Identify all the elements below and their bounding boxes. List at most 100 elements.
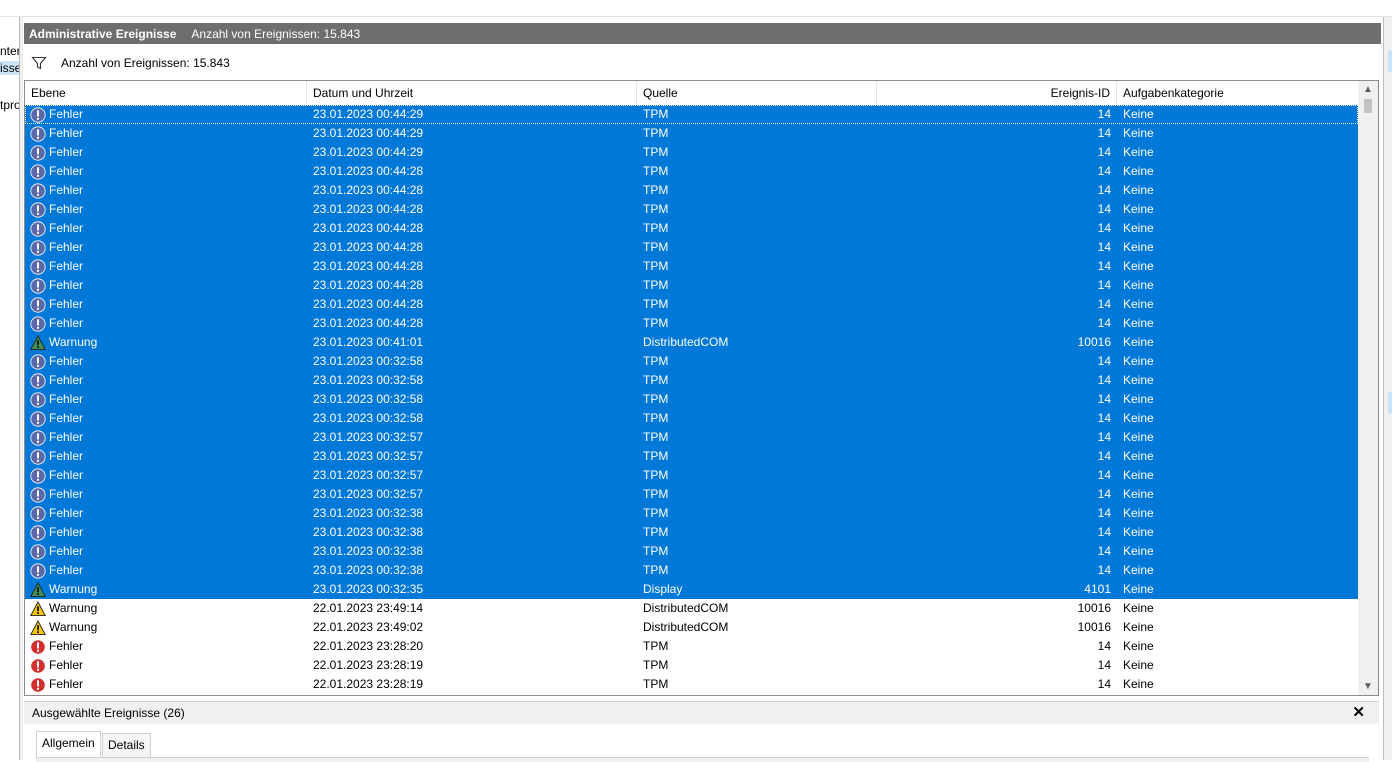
level-text: Fehler [49, 411, 84, 425]
level-text: Warnung [49, 620, 98, 634]
table-row[interactable]: Fehler 23.01.2023 00:44:28 TPM 14 Keine [25, 200, 1358, 219]
table-row[interactable]: Fehler 23.01.2023 00:44:28 TPM 14 Keine [25, 162, 1358, 181]
table-row[interactable]: Fehler 23.01.2023 00:32:57 TPM 14 Keine [25, 447, 1358, 466]
cell-datetime: 23.01.2023 00:32:58 [313, 373, 424, 387]
cell-event-id: 10016 [1077, 620, 1111, 634]
cell-level: Fehler [30, 257, 305, 276]
tab-details[interactable]: Details [102, 733, 151, 757]
warning-icon [30, 581, 47, 598]
cell-source: DistributedCOM [643, 335, 729, 349]
cell-source: TPM [643, 107, 669, 121]
table-row[interactable]: Fehler 22.01.2023 23:28:20 TPM 14 Keine [25, 637, 1358, 656]
cell-datetime: 22.01.2023 23:28:20 [313, 639, 424, 653]
cell-event-id: 14 [1097, 677, 1111, 691]
table-row[interactable]: Warnung 22.01.2023 23:49:14 DistributedCOM… [25, 599, 1358, 618]
table-row[interactable]: Fehler 23.01.2023 00:32:57 TPM 14 Keine [25, 485, 1358, 504]
cell-source: TPM [643, 487, 669, 501]
cell-event-id: 10016 [1077, 335, 1111, 349]
cell-level: Fehler [30, 124, 305, 143]
cell-level: Fehler [30, 561, 305, 580]
column-header-level[interactable]: Ebene [25, 81, 307, 105]
cell-datetime: 23.01.2023 00:44:28 [313, 164, 424, 178]
cell-datetime: 23.01.2023 00:44:29 [313, 126, 424, 140]
table-row[interactable]: Warnung 23.01.2023 00:41:01 DistributedCOM… [25, 333, 1358, 352]
level-text: Fehler [49, 639, 84, 653]
pane-splitter[interactable] [20, 17, 23, 760]
cell-level: Fehler [30, 409, 305, 428]
level-text: Fehler [49, 316, 84, 330]
close-icon[interactable]: ✕ [1352, 703, 1365, 721]
column-header-task-category[interactable]: Aufgabenkategorie [1117, 81, 1358, 105]
nav-item-fragment-selected[interactable]: isse [0, 61, 19, 75]
error-icon [30, 391, 46, 408]
level-text: Fehler [49, 468, 84, 482]
table-row[interactable]: Fehler 23.01.2023 00:32:58 TPM 14 Keine [25, 409, 1358, 428]
cell-source: TPM [643, 183, 669, 197]
column-header-source[interactable]: Quelle [637, 81, 877, 105]
table-row[interactable]: Fehler 23.01.2023 00:44:28 TPM 14 Keine [25, 181, 1358, 200]
cell-event-id: 14 [1097, 411, 1111, 425]
table-row[interactable]: Fehler 23.01.2023 00:44:28 TPM 14 Keine [25, 276, 1358, 295]
scroll-up-arrow-icon[interactable]: ▲ [1358, 81, 1378, 98]
cell-source: TPM [643, 449, 669, 463]
column-header-datetime[interactable]: Datum und Uhrzeit [307, 81, 637, 105]
error-icon [30, 239, 46, 256]
level-text: Fehler [49, 297, 84, 311]
cell-level: Fehler [30, 466, 305, 485]
tab-allgemein[interactable]: Allgemein [36, 731, 101, 757]
cell-datetime: 23.01.2023 00:41:01 [313, 335, 424, 349]
cell-source: TPM [643, 164, 669, 178]
table-row[interactable]: Fehler 22.01.2023 23:28:19 TPM 14 Keine [25, 656, 1358, 675]
table-row[interactable]: Fehler 23.01.2023 00:44:28 TPM 14 Keine [25, 257, 1358, 276]
cell-task-category: Keine [1123, 107, 1154, 121]
cell-event-id: 14 [1097, 107, 1111, 121]
table-row[interactable]: Fehler 23.01.2023 00:44:28 TPM 14 Keine [25, 314, 1358, 333]
warning-icon [30, 334, 47, 351]
table-row[interactable]: Warnung 23.01.2023 00:32:35 Display 4101 Kei… [25, 580, 1358, 599]
table-row[interactable]: Fehler 23.01.2023 00:32:57 TPM 14 Keine [25, 428, 1358, 447]
table-row[interactable]: Warnung 22.01.2023 23:49:02 DistributedCOM… [25, 618, 1358, 637]
event-list[interactable]: Ebene Datum und Uhrzeit Quelle Ereignis-… [24, 80, 1379, 696]
cell-event-id: 14 [1097, 145, 1111, 159]
table-row[interactable]: Fehler 23.01.2023 00:44:29 TPM 14 Keine [25, 124, 1358, 143]
table-row[interactable]: Fehler 23.01.2023 00:32:57 TPM 14 Keine [25, 466, 1358, 485]
table-row[interactable]: Fehler 23.01.2023 00:32:38 TPM 14 Keine [25, 523, 1358, 542]
table-row[interactable]: Fehler 23.01.2023 00:44:28 TPM 14 Keine [25, 295, 1358, 314]
nav-item-fragment[interactable]: nter [0, 44, 19, 58]
table-row[interactable]: Fehler 23.01.2023 00:44:29 TPM 14 Keine [25, 143, 1358, 162]
cell-datetime: 22.01.2023 23:28:19 [313, 677, 424, 691]
scroll-thumb[interactable] [1364, 99, 1372, 113]
level-text: Fehler [49, 373, 84, 387]
table-row[interactable]: Fehler 23.01.2023 00:32:58 TPM 14 Keine [25, 390, 1358, 409]
level-text: Fehler [49, 107, 84, 121]
table-row[interactable]: Fehler 23.01.2023 00:44:28 TPM 14 Keine [25, 219, 1358, 238]
cell-task-category: Keine [1123, 449, 1154, 463]
table-row[interactable]: Fehler 23.01.2023 00:44:29 TPM 14 Keine [25, 105, 1358, 124]
cell-event-id: 14 [1097, 639, 1111, 653]
table-row[interactable]: Fehler 22.01.2023 23:28:19 TPM 14 Keine [25, 675, 1358, 694]
nav-item-fragment[interactable]: tpro [0, 98, 19, 112]
cell-task-category: Keine [1123, 563, 1154, 577]
table-row[interactable]: Fehler 23.01.2023 00:44:28 TPM 14 Keine [25, 238, 1358, 257]
table-row[interactable]: Fehler 23.01.2023 00:32:38 TPM 14 Keine [25, 561, 1358, 580]
filter-bar: Anzahl von Ereignissen: 15.843 [24, 50, 1379, 76]
cell-datetime: 23.01.2023 00:32:38 [313, 525, 424, 539]
cell-level: Warnung [30, 618, 305, 637]
level-text: Fehler [49, 240, 84, 254]
column-header-event-id[interactable]: Ereignis-ID [877, 81, 1117, 105]
vertical-scrollbar[interactable]: ▲ ▼ [1358, 81, 1378, 695]
error-icon [30, 106, 46, 123]
cell-task-category: Keine [1123, 354, 1154, 368]
cell-level: Fehler [30, 219, 305, 238]
table-row[interactable]: Fehler 23.01.2023 00:32:38 TPM 14 Keine [25, 504, 1358, 523]
cell-event-id: 14 [1097, 259, 1111, 273]
cell-task-category: Keine [1123, 677, 1154, 691]
scroll-down-arrow-icon[interactable]: ▼ [1358, 678, 1378, 695]
table-row[interactable]: Fehler 23.01.2023 00:32:58 TPM 14 Keine [25, 352, 1358, 371]
table-row[interactable]: Fehler 23.01.2023 00:32:38 TPM 14 Keine [25, 542, 1358, 561]
error-icon [30, 543, 46, 560]
cell-task-category: Keine [1123, 202, 1154, 216]
details-panel: Ausgewählte Ereignisse (26) ✕ Allgemein … [24, 701, 1379, 762]
cell-task-category: Keine [1123, 658, 1154, 672]
table-row[interactable]: Fehler 23.01.2023 00:32:58 TPM 14 Keine [25, 371, 1358, 390]
